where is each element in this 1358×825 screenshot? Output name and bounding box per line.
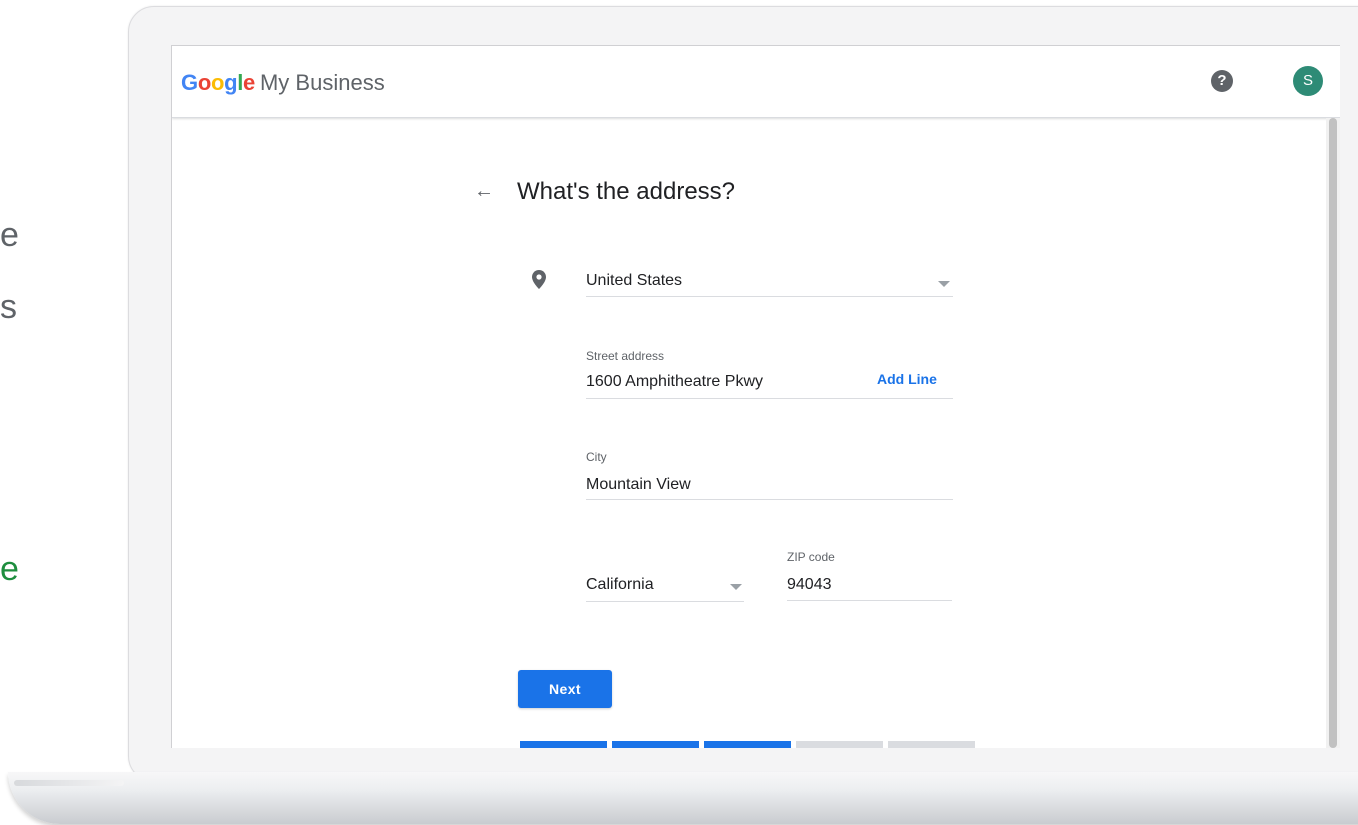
logo-letter: o <box>197 70 211 95</box>
dropdown-arrow-icon <box>730 584 742 590</box>
logo-letter: g <box>224 70 238 95</box>
zip-code-value[interactable]: 94043 <box>787 575 832 595</box>
progress-step-complete <box>612 741 699 748</box>
marketing-text-fragment-highlight: e <box>0 550 19 588</box>
logo-letter: e <box>243 70 255 95</box>
add-line-button[interactable]: Add Line <box>877 371 937 387</box>
step-progress <box>520 741 980 748</box>
progress-step-pending <box>888 741 975 748</box>
city-field[interactable]: City Mountain View <box>586 447 953 500</box>
app-header: Google My Business ? S <box>172 46 1340 118</box>
laptop-base-notch <box>14 780 124 786</box>
browser-screen: Google My Business ? S ← What's the addre… <box>171 45 1340 748</box>
logo-letter: o <box>210 70 225 95</box>
marketing-text-fragment: e <box>0 216 19 254</box>
scrollbar-thumb[interactable] <box>1329 118 1337 748</box>
state-select[interactable]: California <box>586 571 744 602</box>
marketing-text-fragment: s <box>0 288 17 326</box>
next-button[interactable]: Next <box>518 670 612 708</box>
country-select[interactable]: United States <box>586 268 953 297</box>
arrow-left-icon[interactable]: ← <box>474 178 494 204</box>
progress-step-complete <box>704 741 791 748</box>
dropdown-arrow-icon <box>938 281 950 287</box>
street-address-label: Street address <box>586 349 665 363</box>
country-value: United States <box>586 272 683 289</box>
scrollbar[interactable] <box>1326 118 1340 748</box>
account-avatar[interactable]: S <box>1293 66 1323 96</box>
progress-step-pending <box>796 741 883 748</box>
zip-code-field[interactable]: ZIP code 94043 <box>787 547 952 601</box>
city-value[interactable]: Mountain View <box>586 475 691 495</box>
logo-letter: G <box>181 70 198 95</box>
street-address-value[interactable]: 1600 Amphitheatre Pkwy <box>586 372 763 392</box>
page-title: What's the address? <box>517 178 736 205</box>
location-pin-icon <box>532 270 546 289</box>
laptop-base <box>8 772 1358 824</box>
google-my-business-logo[interactable]: Google My Business <box>181 70 385 96</box>
help-icon[interactable]: ? <box>1211 70 1233 92</box>
product-name: My Business <box>259 70 385 95</box>
zip-code-label: ZIP code <box>787 550 835 564</box>
city-label: City <box>586 450 607 464</box>
state-value: California <box>586 576 654 593</box>
progress-step-complete <box>520 741 607 748</box>
